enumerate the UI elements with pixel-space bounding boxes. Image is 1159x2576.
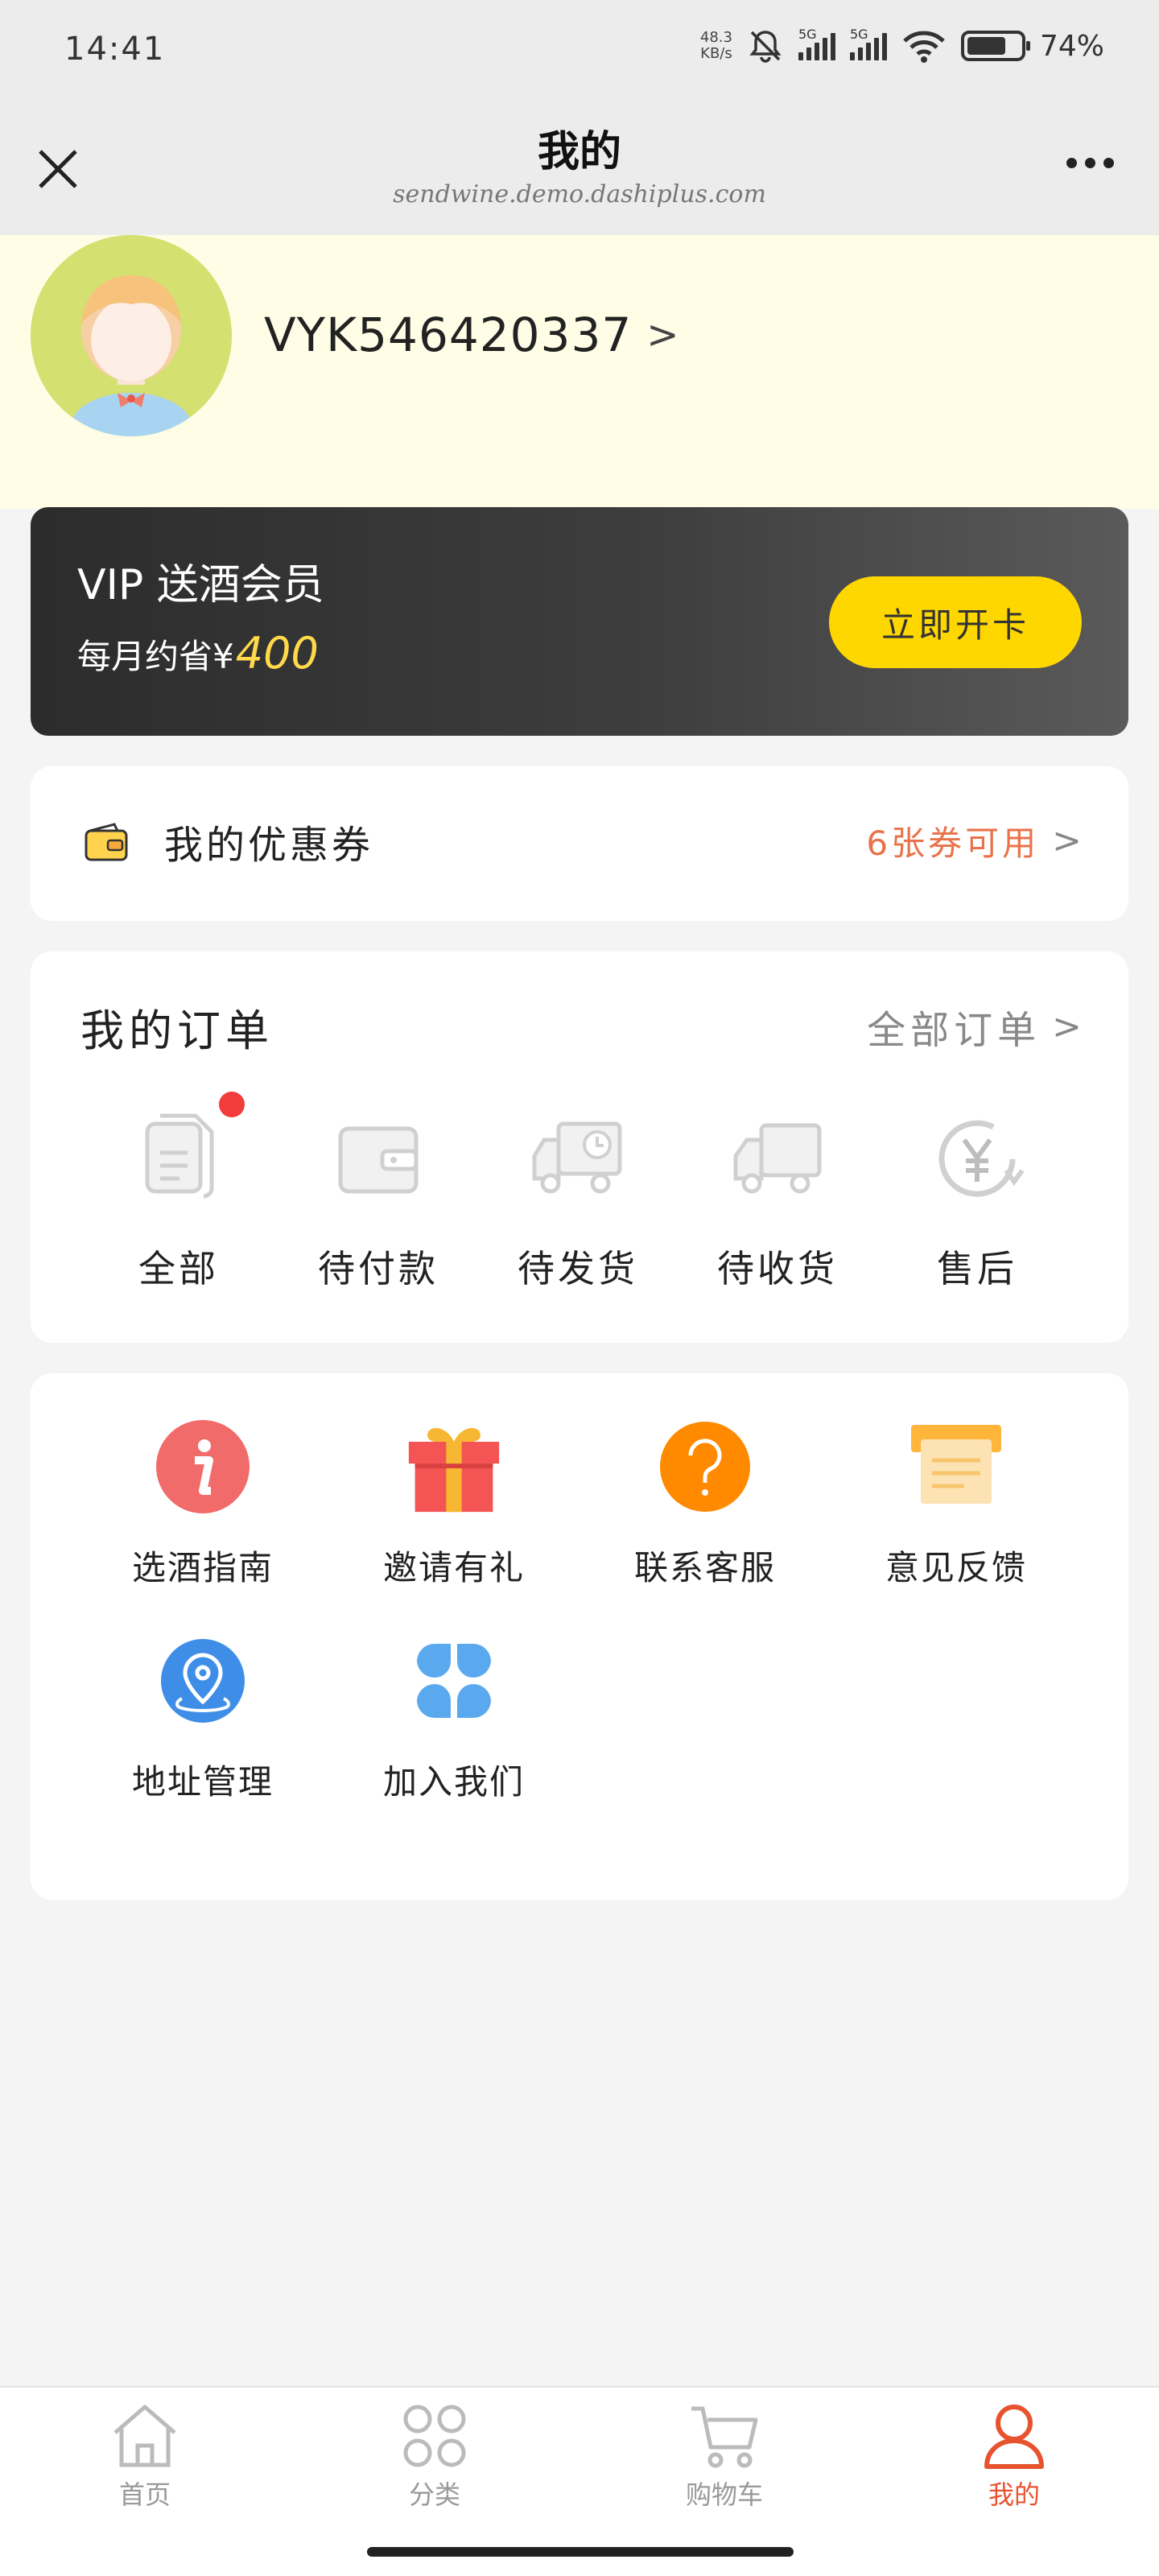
signal-label: 5G [798, 27, 817, 42]
service-label: 加入我们 [382, 1762, 525, 1802]
truck-icon [733, 1123, 822, 1194]
service-invite[interactable]: 邀请有礼 [357, 1418, 551, 1590]
vip-subtitle-text: 每月约省¥ [77, 637, 234, 676]
mute-bell-icon [749, 31, 782, 63]
tab-category[interactable]: 分类 [330, 2402, 539, 2512]
order-tab-label: 售后 [937, 1247, 1017, 1290]
coupon-available[interactable]: 6张券可用 > [866, 816, 1082, 865]
tab-home[interactable]: 首页 [40, 2402, 250, 2512]
wallet-icon [338, 1126, 419, 1194]
wifi-icon [903, 31, 945, 63]
tab-label: 我的 [988, 2479, 1040, 2510]
cart-icon [691, 2406, 758, 2468]
order-tab-label: 待发货 [518, 1247, 638, 1290]
battery-percent: 74% [1039, 29, 1104, 63]
status-icons: 48.3 KB/s 5G 5G 74% [700, 27, 1104, 64]
order-tab-pending-shipment[interactable]: 待发货 [497, 1111, 658, 1293]
signal-icon: 5G [849, 27, 887, 60]
category-icon [403, 2405, 466, 2467]
order-tab-all[interactable]: 全部 [98, 1092, 259, 1293]
grid-icon [417, 1644, 491, 1718]
feedback-icon [911, 1425, 1001, 1504]
gift-icon [408, 1427, 500, 1513]
network-speed: 48.3 KB/s [700, 30, 732, 62]
service-label: 地址管理 [131, 1762, 274, 1802]
service-customer-support[interactable]: 联系客服 [608, 1418, 802, 1590]
wallet-coupon-icon [85, 823, 128, 861]
service-label: 联系客服 [633, 1548, 776, 1587]
chevron-right-icon: > [1052, 1005, 1082, 1047]
tab-label: 分类 [408, 2479, 460, 2510]
network-speed-value: 48.3 [699, 29, 732, 46]
tab-cart[interactable]: 购物车 [620, 2402, 829, 2512]
location-icon [161, 1639, 245, 1723]
all-orders-label: 全部订单 [867, 1008, 1041, 1053]
battery-icon [960, 31, 1030, 61]
tab-mine[interactable]: 我的 [909, 2402, 1119, 2512]
question-icon [660, 1422, 750, 1512]
page-title: 我的 [537, 128, 621, 176]
order-tab-label: 全部 [138, 1247, 219, 1290]
chevron-right-icon: > [1052, 820, 1082, 861]
signal-icon: 5G [798, 27, 835, 60]
username: VYK546420337 [264, 308, 633, 362]
info-icon [156, 1420, 250, 1513]
page-url: sendwine.demo.dashiplus.com [393, 180, 766, 208]
service-wine-guide[interactable]: 选酒指南 [106, 1418, 299, 1590]
avatar-illustration [71, 275, 192, 436]
avatar[interactable] [31, 235, 232, 436]
coupon-count: 6张券可用 [866, 824, 1040, 863]
notification-dot [219, 1092, 245, 1117]
service-feedback[interactable]: 意见反馈 [860, 1418, 1053, 1590]
user-icon [984, 2405, 1044, 2469]
home-icon [113, 2405, 176, 2467]
vip-saving-amount: 400 [235, 628, 319, 679]
order-tab-label: 待付款 [318, 1247, 439, 1290]
service-label: 选酒指南 [131, 1548, 274, 1587]
vip-title: VIP 送酒会员 [77, 561, 324, 609]
vip-subtitle: 每月约省¥ 400 [77, 628, 319, 679]
truck-clock-icon [532, 1121, 622, 1194]
yen-refresh-icon [938, 1120, 1025, 1197]
network-speed-unit: KB/s [700, 45, 732, 62]
order-tab-pending-payment[interactable]: 待付款 [298, 1111, 459, 1293]
battery-level [967, 37, 1006, 55]
order-tab-label: 待收货 [717, 1247, 838, 1290]
coupon-label: 我的优惠券 [164, 823, 374, 868]
home-indicator[interactable] [367, 2547, 794, 2557]
all-orders-link[interactable]: 全部订单 > [867, 998, 1082, 1055]
tab-label: 购物车 [685, 2479, 763, 2510]
service-label: 意见反馈 [885, 1548, 1027, 1587]
document-icon [145, 1113, 214, 1199]
chevron-right-icon: > [646, 312, 679, 357]
signal-label: 5G [849, 27, 868, 42]
service-address[interactable]: 地址管理 [106, 1633, 299, 1804]
service-label: 邀请有礼 [382, 1548, 525, 1587]
open-card-button[interactable]: 立即开卡 [829, 576, 1082, 668]
tab-label: 首页 [118, 2479, 171, 2510]
profile-link[interactable]: VYK546420337 > [264, 308, 678, 362]
order-tab-after-sales[interactable]: 售后 [897, 1111, 1058, 1293]
service-join-us[interactable]: 加入我们 [357, 1633, 551, 1804]
more-icon[interactable] [1066, 158, 1114, 168]
orders-title: 我的订单 [80, 1005, 274, 1056]
status-time: 14:41 [64, 31, 166, 68]
order-tab-pending-receipt[interactable]: 待收货 [697, 1111, 858, 1293]
